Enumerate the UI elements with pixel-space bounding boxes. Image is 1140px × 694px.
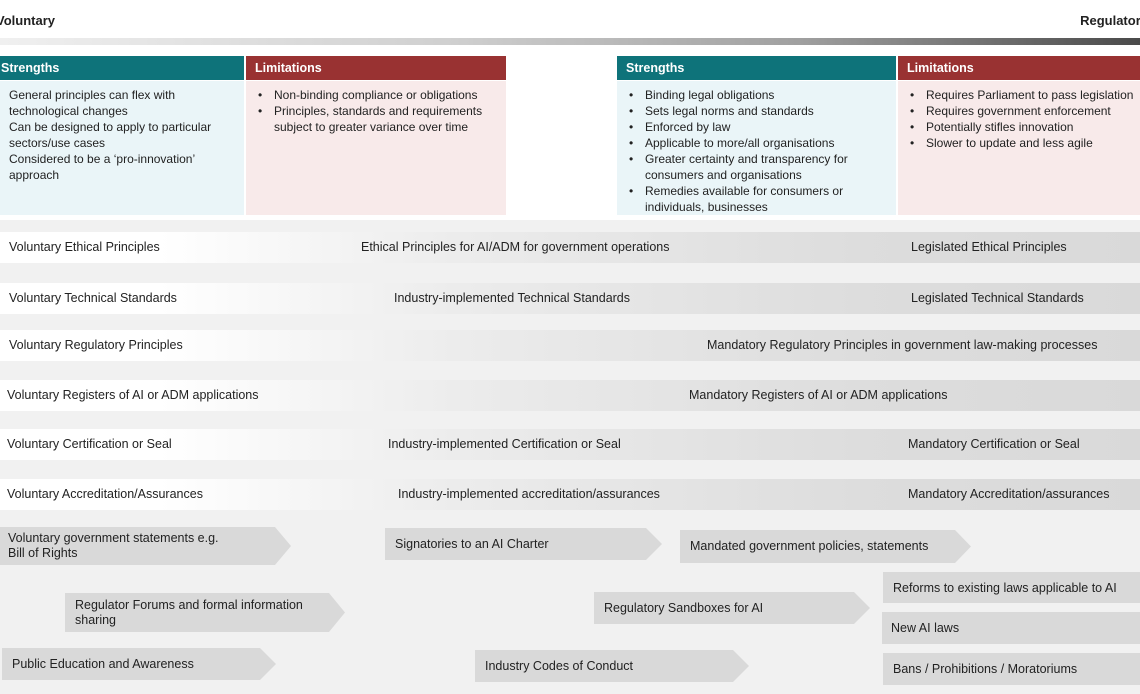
row-left-label: Voluntary Registers of AI or ADM applica… [7,388,259,402]
spectrum-row-ethical-principles: Voluntary Ethical Principles Ethical Pri… [0,232,1140,263]
list-item: Potentially stifles innovation [908,119,1140,135]
mechanism-label: Reforms to existing laws applicable to A… [893,580,1117,595]
mechanism-label: Public Education and Awareness [12,656,194,671]
regulatory-axis-label: Regulatory [1080,13,1140,28]
list-item: Considered to be a ‘pro-innovation’ appr… [9,152,195,182]
mechanism-codes-of-conduct: Industry Codes of Conduct [475,650,749,682]
voluntary-limitations-header: Limitations [246,56,506,80]
list-item: Principles, standards and requirements s… [256,103,498,135]
spectrum-row-accreditation: Voluntary Accreditation/Assurances Indus… [0,479,1140,510]
voluntary-limitations-list: Non-binding compliance or obligations Pr… [256,87,498,135]
row-middle-label: Industry-implemented accreditation/assur… [398,487,660,501]
mechanism-label: Bans / Prohibitions / Moratoriums [893,662,1078,676]
list-item: Greater certainty and transparency for c… [627,151,888,183]
mechanism-mandated-policies: Mandated government policies, statements [680,530,971,563]
list-item: Sets legal norms and standards [627,103,888,119]
row-left-label: Voluntary Technical Standards [9,291,177,305]
list-item: Slower to update and less agile [908,135,1140,151]
mechanism-new-ai-laws: New AI laws [882,612,1140,644]
row-right-label: Legislated Ethical Principles [911,240,1067,254]
mechanism-label: Voluntary government statements e.g. Bil… [8,531,219,560]
list-item: Remedies available for consumers or indi… [627,183,888,215]
list-item: General principles can flex with technol… [9,88,176,118]
mechanism-label: Industry Codes of Conduct [485,658,633,673]
mechanism-bans: Bans / Prohibitions / Moratoriums [883,653,1140,685]
voluntary-strengths-header: Strengths [0,56,244,80]
row-middle-label: Ethical Principles for AI/ADM for govern… [361,240,670,254]
mechanism-regulatory-sandboxes: Regulatory Sandboxes for AI [594,592,870,624]
spectrum-row-technical-standards: Voluntary Technical Standards Industry-i… [0,283,1140,314]
list-item: Non-binding compliance or obligations [256,87,498,103]
voluntary-to-regulatory-gradient-bar [0,38,1140,45]
regulatory-limitations-header: Limitations [898,56,1140,80]
row-right-label: Legislated Technical Standards [911,291,1084,305]
row-left-label: Voluntary Ethical Principles [9,240,160,254]
row-middle-label: Mandatory Registers of AI or ADM applica… [689,388,948,402]
mechanism-label: New AI laws [891,621,960,635]
row-left-label: Voluntary Certification or Seal [7,437,172,451]
row-middle-label: Industry-implemented Certification or Se… [388,437,621,451]
list-item: Requires Parliament to pass legislation [908,87,1140,103]
list-item: Enforced by law [627,119,888,135]
list-item: Applicable to more/all organisations [627,135,888,151]
row-left-label: Voluntary Regulatory Principles [9,338,183,352]
regulatory-strengths-body: Binding legal obligations Sets legal nor… [617,81,896,215]
mechanism-government-statements: Voluntary government statements e.g. Bil… [0,527,291,565]
mechanism-label: Mandated government policies, statements [690,539,929,553]
row-right-label: Mandatory Certification or Seal [908,437,1080,451]
row-left-label: Voluntary Accreditation/Assurances [7,487,203,501]
spectrum-row-certification: Voluntary Certification or Seal Industry… [0,429,1140,460]
mechanism-label: Regulator Forums and formal information … [75,597,303,627]
spectrum-row-regulatory-principles: Voluntary Regulatory Principles Mandator… [0,330,1140,361]
voluntary-strengths-list: General principles can flex with technol… [9,87,236,183]
mechanism-label: Signatories to an AI Charter [395,536,549,551]
list-item: Requires government enforcement [908,103,1140,119]
row-right-label: Mandatory Regulatory Principles in gover… [707,338,1098,352]
row-middle-label: Industry-implemented Technical Standards [394,291,631,305]
voluntary-strengths-body: General principles can flex with technol… [0,81,244,215]
mechanism-label: Regulatory Sandboxes for AI [604,600,764,615]
row-right-label: Mandatory Accreditation/assurances [908,487,1110,501]
mechanism-law-reforms: Reforms to existing laws applicable to A… [883,572,1140,603]
regulatory-limitations-list: Requires Parliament to pass legislation … [908,87,1140,151]
voluntary-limitations-body: Non-binding compliance or obligations Pr… [246,81,506,215]
mechanism-regulator-forums: Regulator Forums and formal information … [65,593,345,632]
mechanism-ai-charter: Signatories to an AI Charter [385,528,662,560]
list-item: Can be designed to apply to particular s… [9,120,212,150]
regulatory-limitations-body: Requires Parliament to pass legislation … [898,81,1140,215]
voluntary-axis-label: Voluntary [0,13,55,28]
mechanism-public-education: Public Education and Awareness [2,648,276,680]
regulatory-strengths-header: Strengths [617,56,896,80]
regulatory-strengths-list: Binding legal obligations Sets legal nor… [627,87,888,215]
spectrum-row-registers: Voluntary Registers of AI or ADM applica… [0,380,1140,411]
list-item: Binding legal obligations [627,87,888,103]
